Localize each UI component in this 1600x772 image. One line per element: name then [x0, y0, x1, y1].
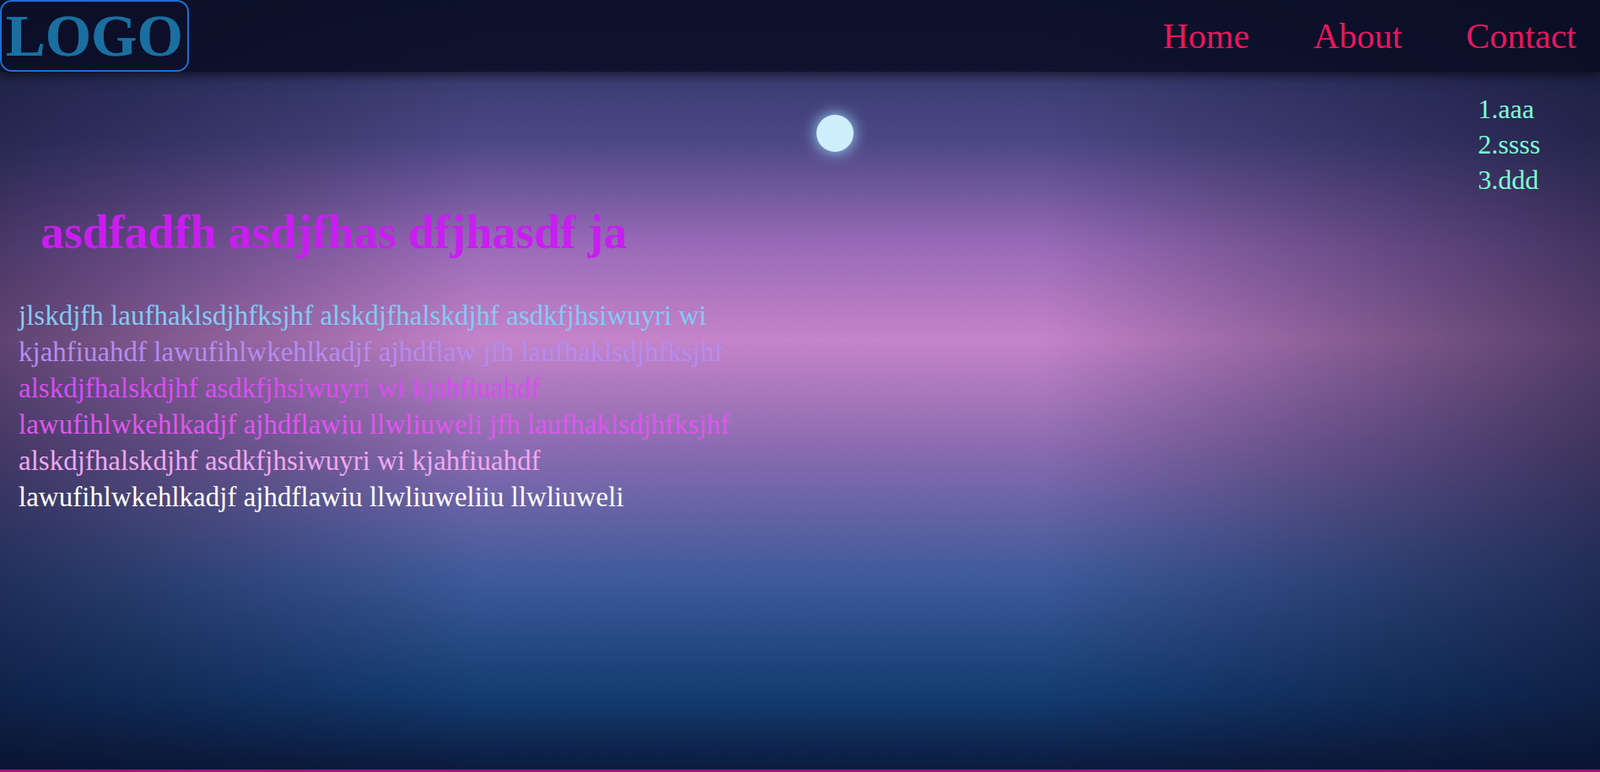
header: LOGOHomeAboutContact1.aaa2.ssss3.ddd [0, 0, 1600, 72]
nav-link[interactable]: Home [1163, 15, 1250, 58]
moon [816, 114, 854, 152]
dropdown-item[interactable]: 2.ssss [1477, 126, 1541, 162]
page: LOGOHomeAboutContact1.aaa2.ssss3.dddasdf… [0, 0, 1600, 772]
dropdown-item[interactable]: 3.ddd [1477, 161, 1541, 198]
paragraph-line: lawufihlwkehlkadjf ajhdflawiu llwliuweli… [18, 406, 1600, 443]
nav: HomeAboutContact1.aaa2.ssss3.ddd [1163, 0, 1600, 58]
dropdown-item[interactable]: 1.aaa [1477, 91, 1541, 127]
paragraph-line: alskdjfhalskdjhf asdkfjhsiwuyri wi kjahf… [18, 370, 1600, 407]
paragraph-line: alskdjfhalskdjhf asdkfjhsiwuyri wi kjahf… [18, 442, 1600, 480]
paragraph-line: lawufihlwkehlkadjf ajhdflawiu llwliuweli… [18, 479, 1600, 516]
paragraph-line: jlskdjfh laufhaklsdjhfksjhf alskdjfhalsk… [18, 297, 1600, 335]
dropdown-menu: 1.aaa2.ssss3.ddd [1477, 91, 1541, 198]
bottom-line [0, 769, 1600, 772]
hero-paragraph: jlskdjfh laufhaklsdjhfksjhf alskdjfhalsk… [0, 297, 1600, 516]
hero: asdfadfh asdjfhas dfjhasdf ja jlskdjfh la… [0, 71, 1600, 516]
nav-link[interactable]: Contact [1465, 15, 1577, 58]
logo[interactable]: LOGO [0, 0, 189, 72]
paragraph-line: kjahfiuahdf lawufihlwkehlkadjf ajhdflaw … [18, 334, 1600, 371]
nav-link[interactable]: About [1313, 15, 1402, 58]
hero-heading: asdfadfh asdjfhas dfjhasdf ja [0, 204, 1600, 259]
